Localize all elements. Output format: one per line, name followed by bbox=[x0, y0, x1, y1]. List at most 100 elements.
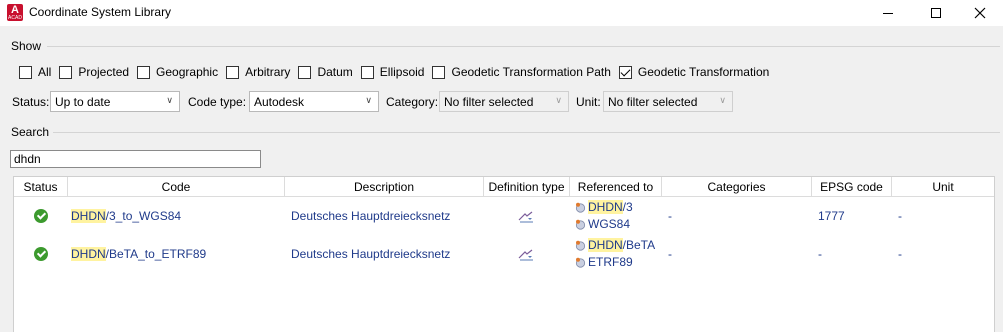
checkbox-box-checked[interactable] bbox=[618, 65, 632, 79]
column-header-status[interactable]: Status bbox=[14, 177, 68, 197]
categories-cell: - bbox=[668, 209, 672, 223]
checkbox-label: Ellipsoid bbox=[379, 65, 425, 79]
status-ok-icon bbox=[34, 209, 48, 223]
code-type-select-value: Autodesk bbox=[254, 95, 305, 109]
code-text: /BeTA_to_ETRF89 bbox=[105, 247, 207, 261]
checkbox-box[interactable] bbox=[298, 65, 312, 79]
transformation-definition-icon bbox=[518, 249, 533, 261]
chevron-down-icon: ∨ bbox=[555, 95, 562, 105]
checkbox-label: Arbitrary bbox=[245, 65, 291, 79]
reference-text: WGS84 bbox=[588, 217, 631, 231]
maximize-icon bbox=[931, 8, 941, 18]
datum-reference-icon bbox=[575, 257, 586, 268]
table-row[interactable]: DHDN/3_to_WGS84 Deutsches Hauptdreiecksn… bbox=[14, 198, 994, 236]
chevron-down-icon: ∨ bbox=[719, 95, 726, 105]
code-type-filter-label: Code type: bbox=[188, 95, 247, 109]
checkbox-box[interactable] bbox=[59, 65, 73, 79]
checkbox-box[interactable] bbox=[226, 65, 240, 79]
table-header: Status Code Description Definition type … bbox=[14, 177, 994, 197]
type-filter-checkboxes: All Projected Geographic Arbitrary Datum… bbox=[19, 63, 777, 81]
checkbox-label: Projected bbox=[78, 65, 130, 79]
maximize-button[interactable] bbox=[913, 0, 959, 26]
minimize-icon bbox=[883, 12, 893, 14]
table-row[interactable]: DHDN/BeTA_to_ETRF89 Deutsches Hauptdreie… bbox=[14, 236, 994, 274]
checkbox-label: Geodetic Transformation bbox=[637, 65, 770, 79]
reference-text: /BeTA bbox=[622, 238, 656, 252]
checkbox-label: All bbox=[38, 65, 52, 79]
column-header-unit[interactable]: Unit bbox=[892, 177, 994, 197]
transformation-definition-icon bbox=[518, 211, 533, 223]
checkbox-label: Geodetic Transformation Path bbox=[451, 65, 611, 79]
category-select[interactable]: No filter selected ∨ bbox=[439, 91, 569, 112]
search-group-label: Search bbox=[11, 125, 50, 139]
checkbox-geodetic-transformation-path[interactable]: Geodetic Transformation Path bbox=[432, 65, 611, 79]
unit-filter-label: Unit: bbox=[576, 95, 601, 109]
minimize-button[interactable] bbox=[865, 0, 911, 26]
epsg-code-cell: - bbox=[818, 247, 822, 261]
status-select[interactable]: Up to date ∨ bbox=[50, 91, 180, 112]
show-group-label: Show bbox=[11, 39, 42, 53]
close-button[interactable] bbox=[957, 0, 1003, 26]
status-filter-label: Status: bbox=[12, 95, 50, 109]
search-group-divider bbox=[53, 132, 1000, 133]
checkbox-label: Geographic bbox=[156, 65, 219, 79]
description-cell: Deutsches Hauptdreiecksnetz bbox=[291, 209, 451, 223]
chevron-down-icon: ∨ bbox=[365, 95, 372, 105]
description-cell: Deutsches Hauptdreiecksnetz bbox=[291, 247, 451, 261]
category-filter-label: Category: bbox=[386, 95, 439, 109]
checkbox-label: Datum bbox=[317, 65, 353, 79]
code-text: /3_to_WGS84 bbox=[105, 209, 182, 223]
epsg-code-cell: 1777 bbox=[818, 209, 845, 223]
checkbox-all[interactable]: All bbox=[19, 65, 51, 79]
reference-text: /3 bbox=[622, 200, 633, 214]
unit-cell: - bbox=[898, 247, 902, 261]
status-select-value: Up to date bbox=[55, 95, 111, 109]
datum-reference-icon bbox=[575, 219, 586, 230]
column-header-epsg-code[interactable]: EPSG code bbox=[812, 177, 892, 197]
reference-text: ETRF89 bbox=[588, 255, 633, 269]
status-ok-icon bbox=[34, 247, 48, 261]
checkbox-box[interactable] bbox=[360, 65, 374, 79]
datum-reference-icon bbox=[575, 240, 586, 251]
code-type-select[interactable]: Autodesk ∨ bbox=[249, 91, 379, 112]
autocad-app-icon: A ACAD bbox=[7, 4, 23, 21]
referenced-to-line[interactable]: ETRF89 bbox=[575, 255, 633, 269]
search-match: DHDN bbox=[588, 200, 623, 214]
app-icon-sublabel: ACAD bbox=[8, 15, 22, 21]
column-header-code[interactable]: Code bbox=[68, 177, 285, 197]
checkbox-projected[interactable]: Projected bbox=[59, 65, 129, 79]
search-match: DHDN bbox=[71, 247, 106, 261]
checkbox-geographic[interactable]: Geographic bbox=[137, 65, 218, 79]
checkbox-ellipsoid[interactable]: Ellipsoid bbox=[360, 65, 425, 79]
referenced-to-line[interactable]: WGS84 bbox=[575, 217, 630, 231]
unit-select-value: No filter selected bbox=[608, 95, 698, 109]
checkbox-arbitrary[interactable]: Arbitrary bbox=[226, 65, 290, 79]
referenced-to-line[interactable]: DHDN/3 bbox=[575, 200, 633, 214]
results-table: Status Code Description Definition type … bbox=[13, 176, 995, 332]
checkbox-datum[interactable]: Datum bbox=[298, 65, 353, 79]
code-cell: DHDN/BeTA_to_ETRF89 bbox=[71, 247, 206, 261]
title-bar: A ACAD Coordinate System Library bbox=[0, 0, 1003, 26]
checkbox-box[interactable] bbox=[137, 65, 151, 79]
referenced-to-line[interactable]: DHDN/BeTA bbox=[575, 238, 655, 252]
checkbox-box[interactable] bbox=[19, 65, 32, 79]
search-match: DHDN bbox=[71, 209, 106, 223]
column-header-definition-type[interactable]: Definition type bbox=[484, 177, 570, 197]
categories-cell: - bbox=[668, 247, 672, 261]
unit-cell: - bbox=[898, 209, 902, 223]
datum-reference-icon bbox=[575, 202, 586, 213]
unit-select[interactable]: No filter selected ∨ bbox=[603, 91, 733, 112]
checkbox-geodetic-transformation[interactable]: Geodetic Transformation bbox=[618, 65, 770, 79]
category-select-value: No filter selected bbox=[444, 95, 534, 109]
search-match: DHDN bbox=[588, 238, 623, 252]
column-header-referenced-to[interactable]: Referenced to bbox=[570, 177, 662, 197]
chevron-down-icon: ∨ bbox=[166, 95, 173, 105]
code-cell: DHDN/3_to_WGS84 bbox=[71, 209, 181, 223]
search-input[interactable] bbox=[10, 150, 261, 168]
checkbox-box[interactable] bbox=[432, 65, 446, 79]
window-title: Coordinate System Library bbox=[29, 5, 172, 19]
column-header-categories[interactable]: Categories bbox=[662, 177, 812, 197]
show-group-divider bbox=[47, 46, 1000, 47]
column-header-description[interactable]: Description bbox=[285, 177, 484, 197]
close-icon bbox=[974, 7, 986, 19]
